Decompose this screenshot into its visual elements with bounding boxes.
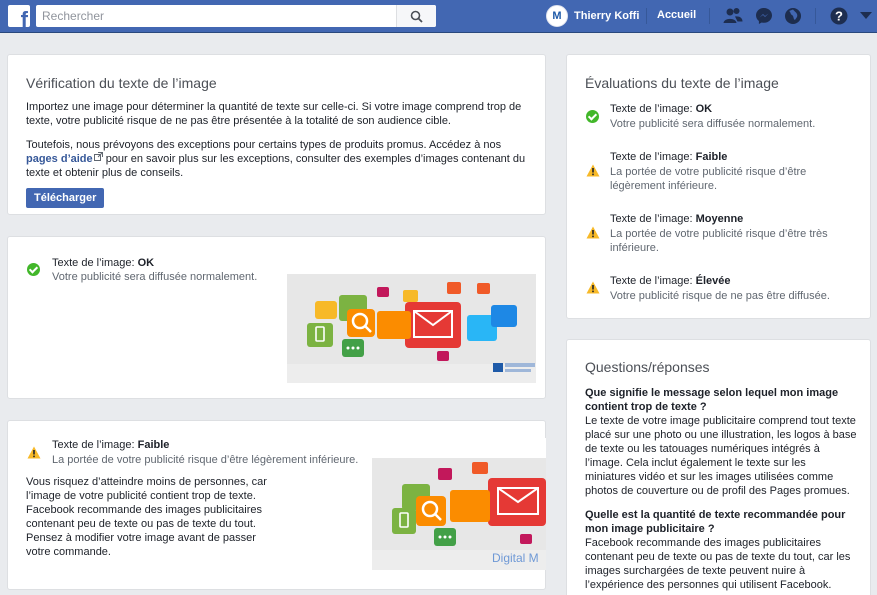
faq-title: Questions/réponses	[585, 359, 710, 375]
warning-icon	[27, 446, 41, 459]
divider	[646, 8, 647, 24]
user-profile-link[interactable]: M Thierry Koffi	[546, 5, 639, 27]
ratings-card: Évaluations du texte de l’image Texte de…	[566, 54, 871, 319]
rating-item-ok-desc: Votre publicité sera diffusée normalemen…	[610, 118, 816, 130]
result-ok-label: Texte de l’image: OK	[52, 257, 155, 269]
faq-question: Que signifie le message selon lequel mon…	[585, 387, 839, 413]
external-link-icon	[93, 152, 103, 161]
warning-icon	[586, 164, 600, 177]
faq-answer: Facebook recommande des images publicita…	[585, 537, 851, 591]
result-low-advice: Vous risquez d’atteindre moins de person…	[26, 476, 267, 558]
result-ok-desc: Votre publicité sera diffusée normalemen…	[52, 271, 258, 283]
home-link[interactable]: Accueil	[657, 9, 696, 21]
verification-paragraph-1: Importez une image pour déterminer la qu…	[26, 101, 522, 127]
check-circle-icon	[586, 110, 599, 123]
faq-question: Quelle est la quantité de texte recomman…	[585, 509, 846, 535]
search-button[interactable]	[396, 5, 436, 27]
result-ok-card: Texte de l’image: OK Votre publicité ser…	[7, 236, 546, 399]
rating-item-medium-desc: La portée de votre publicité risque d’êt…	[610, 228, 828, 254]
divider	[815, 8, 816, 24]
faq-list: Que signifie le message selon lequel mon…	[585, 386, 857, 592]
verification-title: Vérification du texte de l’image	[26, 75, 217, 91]
verification-card: Vérification du texte de l’image Importe…	[7, 54, 546, 215]
warning-icon	[586, 226, 600, 239]
help-pages-link[interactable]: pages d’aide	[26, 153, 93, 165]
rating-item-high-label: Texte de l’image: Élevée	[610, 275, 731, 287]
friend-requests-icon[interactable]	[723, 6, 743, 26]
top-bar: f M Thierry Koffi Accueil ?	[0, 0, 877, 33]
help-icon[interactable]: ?	[829, 6, 849, 26]
search-box	[36, 5, 436, 27]
rating-item-low-desc: La portée de votre publicité risque d’êt…	[610, 166, 807, 192]
account-menu-chevron-down-icon[interactable]	[856, 6, 876, 26]
search-icon	[410, 10, 423, 23]
svg-text:?: ?	[835, 9, 843, 24]
notifications-globe-icon[interactable]	[783, 6, 803, 26]
image-watermark-text: Digital M	[492, 551, 539, 565]
result-low-desc: La portée de votre publicité risque d’êt…	[52, 454, 359, 466]
ad-image-preview	[287, 255, 536, 383]
warning-icon	[586, 281, 600, 294]
avatar: M	[546, 5, 568, 27]
rating-item-ok-label: Texte de l’image: OK	[610, 103, 713, 115]
messenger-icon[interactable]	[754, 6, 774, 26]
divider	[709, 8, 710, 24]
rating-item-low-label: Texte de l’image: Faible	[610, 151, 728, 163]
facebook-logo-icon[interactable]: f	[8, 5, 30, 27]
check-circle-icon	[27, 263, 40, 276]
faq-answer: Le texte de votre image publicitaire com…	[585, 415, 857, 497]
search-input[interactable]	[36, 5, 396, 27]
rating-item-high-desc: Votre publicité risque de ne pas être di…	[610, 290, 830, 302]
ratings-title: Évaluations du texte de l’image	[585, 75, 779, 91]
user-name: Thierry Koffi	[574, 10, 640, 22]
upload-button[interactable]: Télécharger	[26, 188, 105, 208]
verification-paragraph-2: Toutefois, nous prévoyons des exceptions…	[26, 139, 526, 179]
rating-item-medium-label: Texte de l’image: Moyenne	[610, 213, 744, 225]
ad-image-preview: Digital M	[372, 438, 546, 570]
result-low-card: Texte de l’image: Faible La portée de vo…	[7, 420, 546, 590]
faq-card: Questions/réponses Que signifie le messa…	[566, 339, 871, 595]
result-low-label: Texte de l’image: Faible	[52, 439, 170, 451]
